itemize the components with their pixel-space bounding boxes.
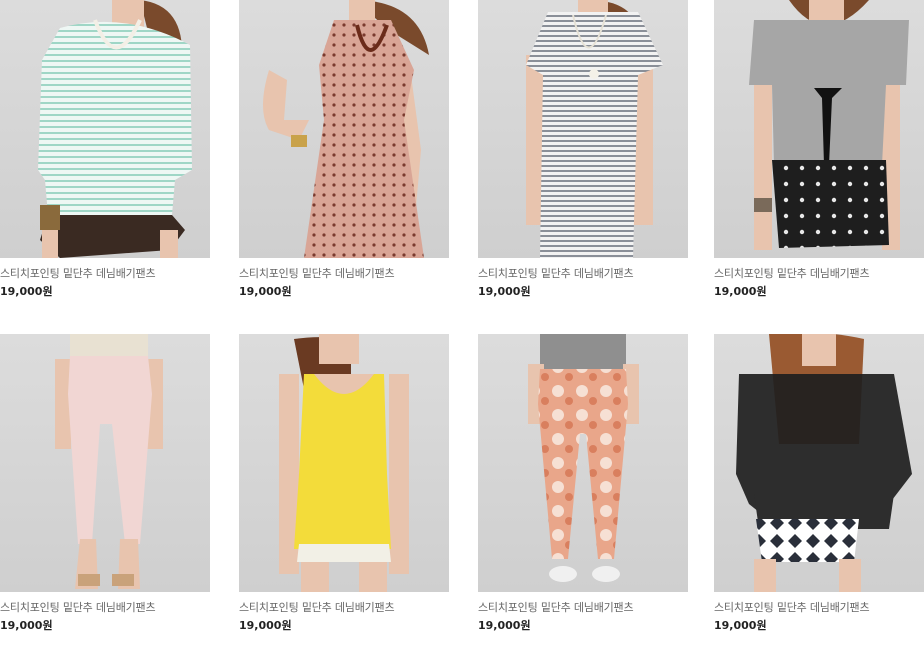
product-card[interactable]: 스티치포인팅 밑단추 데님배기팬츠 19,000원 xyxy=(714,334,924,633)
product-image[interactable] xyxy=(239,0,449,258)
black-sheer-top-photo xyxy=(736,334,912,592)
product-price: 19,000원 xyxy=(239,619,292,632)
product-name[interactable]: 스티치포인팅 밑단추 데님배기팬츠 xyxy=(714,601,924,615)
product-image[interactable] xyxy=(0,0,210,258)
product-price: 19,000원 xyxy=(0,285,53,298)
product-price: 19,000원 xyxy=(478,619,531,632)
product-name[interactable]: 스티치포인팅 밑단추 데님배기팬츠 xyxy=(239,267,449,281)
product-card[interactable]: 스티치포인팅 밑단추 데님배기팬츠 19,000원 xyxy=(0,0,210,299)
product-image[interactable] xyxy=(0,334,210,592)
striped-top-photo xyxy=(38,0,192,258)
product-price: 19,000원 xyxy=(478,285,531,298)
product-name[interactable]: 스티치포인팅 밑단추 데님배기팬츠 xyxy=(0,601,210,615)
product-card[interactable]: 스티치포인팅 밑단추 데님배기팬츠 19,000원 xyxy=(239,334,449,633)
product-name[interactable]: 스티치포인팅 밑단추 데님배기팬츠 xyxy=(714,267,924,281)
product-price: 19,000원 xyxy=(0,619,53,632)
product-card[interactable]: 스티치포인팅 밑단추 데님배기팬츠 19,000원 xyxy=(478,0,688,299)
pink-jeans-photo xyxy=(55,334,163,589)
product-card[interactable]: 스티치포인팅 밑단추 데님배기팬츠 19,000원 xyxy=(478,334,688,633)
product-name[interactable]: 스티치포인팅 밑단추 데님배기팬츠 xyxy=(239,601,449,615)
product-image[interactable] xyxy=(478,0,688,258)
product-price: 19,000원 xyxy=(239,285,292,298)
tie-front-top-photo xyxy=(749,0,909,250)
product-image[interactable] xyxy=(714,334,924,592)
product-name[interactable]: 스티치포인팅 밑단추 데님배기팬츠 xyxy=(478,267,688,281)
product-name[interactable]: 스티치포인팅 밑단추 데님배기팬츠 xyxy=(0,267,210,281)
product-card[interactable]: 스티치포인팅 밑단추 데님배기팬츠 19,000원 xyxy=(0,334,210,633)
product-image[interactable] xyxy=(478,334,688,592)
product-image[interactable] xyxy=(239,334,449,592)
tie-dye-jeans-photo xyxy=(528,334,639,582)
product-price: 19,000원 xyxy=(714,619,767,632)
yellow-tank-photo xyxy=(279,334,409,592)
product-price: 19,000원 xyxy=(714,285,767,298)
striped-dress-photo xyxy=(526,0,663,258)
product-card[interactable]: 스티치포인팅 밑단추 데님배기팬츠 19,000원 xyxy=(714,0,924,299)
product-name[interactable]: 스티치포인팅 밑단추 데님배기팬츠 xyxy=(478,601,688,615)
product-card[interactable]: 스티치포인팅 밑단추 데님배기팬츠 19,000원 xyxy=(239,0,449,299)
product-image[interactable] xyxy=(714,0,924,258)
polka-dot-dress-photo xyxy=(263,0,429,258)
